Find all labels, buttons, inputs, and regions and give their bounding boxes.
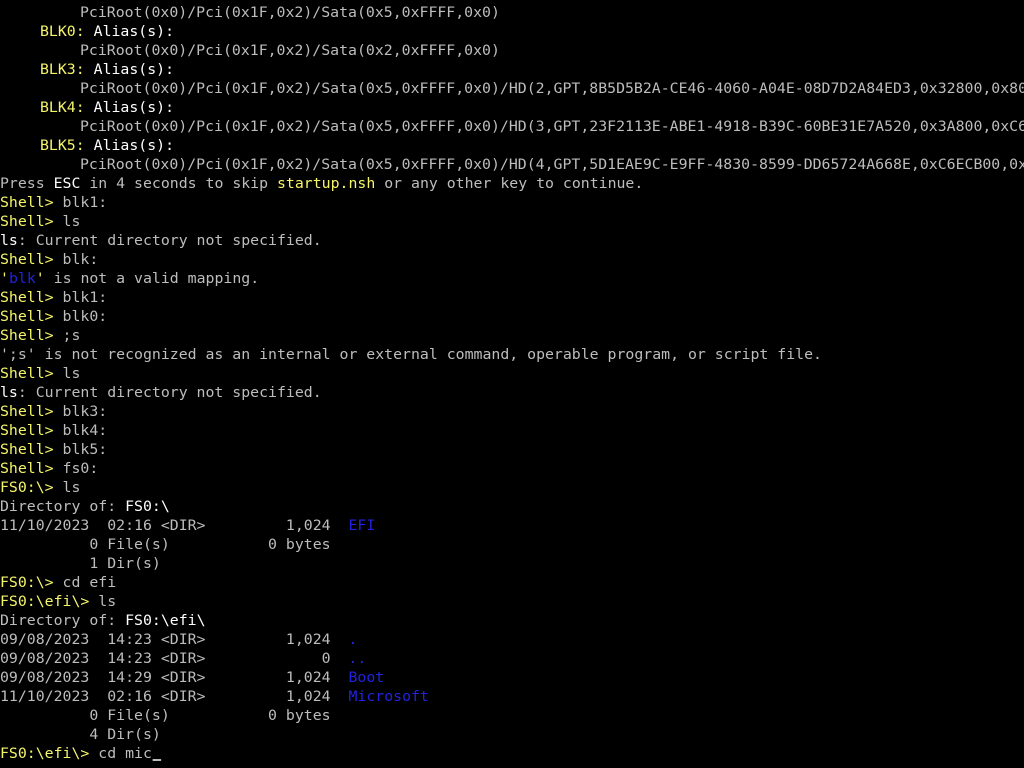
alias-label: Alias(s): bbox=[93, 24, 175, 40]
directory-name: .. bbox=[348, 651, 367, 667]
directory-path: FS0:\ bbox=[125, 499, 170, 515]
command-text: ls bbox=[62, 480, 81, 496]
command-line: Shell> blk4: bbox=[0, 422, 107, 441]
directory-name: Boot bbox=[348, 670, 385, 686]
shell-prompt: Shell> bbox=[0, 309, 54, 325]
command-text: ;s bbox=[62, 328, 81, 344]
shell-prompt: Shell> bbox=[0, 423, 54, 439]
command-text: ls bbox=[62, 214, 81, 230]
shell-prompt: Shell> bbox=[0, 195, 54, 211]
dir-count: 4 Dir(s) bbox=[0, 727, 161, 743]
directory-entry: 11/10/2023 02:16 <DIR> 1,024 Microsoft bbox=[0, 689, 429, 705]
mapping-entry-blk0: BLK0: Alias(s): bbox=[40, 23, 174, 42]
mapping-path: PciRoot(0x0)/Pci(0x1F,0x2)/Sata(0x2,0xFF… bbox=[80, 43, 500, 59]
directory-entry: 09/08/2023 14:23 <DIR> 0 .. bbox=[0, 651, 367, 667]
shell-prompt: Shell> bbox=[0, 442, 54, 458]
mapping-entry-blk4: BLK4: Alias(s): bbox=[40, 99, 174, 118]
alias-label: Alias(s): bbox=[93, 100, 175, 116]
fs0-prompt: FS0:\> bbox=[0, 480, 54, 496]
directory-header: Directory of: FS0:\ bbox=[0, 499, 170, 515]
mapping-label: BLK3: bbox=[40, 62, 85, 78]
mapping-path: PciRoot(0x0)/Pci(0x1F,0x2)/Sata(0x5,0xFF… bbox=[80, 157, 1024, 173]
command-text: blk3: bbox=[62, 404, 108, 420]
command-text: blk: bbox=[62, 252, 99, 268]
command-text: blk0: bbox=[62, 309, 108, 325]
error-message: ';s' is not recognized as an internal or… bbox=[0, 347, 822, 363]
command-line: FS0:\> ls bbox=[0, 479, 80, 498]
error-message: ls: Current directory not specified. bbox=[0, 385, 322, 401]
esc-key-label: ESC bbox=[53, 176, 81, 192]
mapping-entry-blk3: BLK3: Alias(s): bbox=[40, 61, 174, 80]
mapping-path: PciRoot(0x0)/Pci(0x1F,0x2)/Sata(0x5,0xFF… bbox=[80, 81, 1024, 97]
directory-name: EFI bbox=[348, 518, 376, 534]
alias-label: Alias(s): bbox=[93, 62, 175, 78]
command-line: Shell> fs0: bbox=[0, 460, 98, 479]
shell-prompt: Shell> bbox=[0, 214, 54, 230]
command-line: Shell> blk5: bbox=[0, 441, 107, 460]
command-line: Shell> blk1: bbox=[0, 289, 107, 308]
command-line: FS0:\> cd efi bbox=[0, 574, 116, 593]
mapping-label: BLK4: bbox=[40, 100, 85, 116]
file-count: 0 File(s) 0 bytes bbox=[0, 537, 331, 553]
alias-label: Alias(s): bbox=[93, 138, 175, 154]
command-text: ls bbox=[62, 366, 81, 382]
command-text: blk4: bbox=[62, 423, 108, 439]
command-line: Shell> blk1: bbox=[0, 194, 107, 213]
error-message: 'blk' is not a valid mapping. bbox=[0, 271, 260, 287]
command-input-line[interactable]: FS0:\efi\> cd mic bbox=[0, 745, 162, 764]
shell-prompt: Shell> bbox=[0, 461, 54, 477]
dir-count: 1 Dir(s) bbox=[0, 556, 161, 572]
command-text: blk1: bbox=[62, 195, 108, 211]
shell-prompt: Shell> bbox=[0, 404, 54, 420]
command-text: fs0: bbox=[62, 461, 99, 477]
directory-entry: 11/10/2023 02:16 <DIR> 1,024 EFI bbox=[0, 518, 376, 534]
text-cursor bbox=[152, 759, 162, 761]
command-line: Shell> ls bbox=[0, 213, 80, 232]
mapping-path: PciRoot(0x0)/Pci(0x1F,0x2)/Sata(0x5,0xFF… bbox=[80, 119, 1024, 135]
directory-path: FS0:\efi\ bbox=[125, 613, 206, 629]
mapping-path: PciRoot(0x0)/Pci(0x1F,0x2)/Sata(0x5,0xFF… bbox=[80, 5, 500, 21]
directory-name: Microsoft bbox=[348, 689, 429, 705]
startup-script-name: startup.nsh bbox=[276, 176, 376, 192]
efi-prompt: FS0:\efi\> bbox=[0, 746, 90, 762]
command-line: Shell> blk0: bbox=[0, 308, 107, 327]
directory-entry: 09/08/2023 14:23 <DIR> 1,024 . bbox=[0, 632, 358, 648]
efi-prompt: FS0:\efi\> bbox=[0, 594, 90, 610]
fs0-prompt: FS0:\> bbox=[0, 575, 54, 591]
command-line: Shell> ls bbox=[0, 365, 80, 384]
directory-name: . bbox=[348, 632, 358, 648]
mapping-label: BLK0: bbox=[40, 24, 85, 40]
mapping-entry-blk5: BLK5: Alias(s): bbox=[40, 137, 174, 156]
startup-message: Press ESC in 4 seconds to skip startup.n… bbox=[0, 176, 644, 192]
directory-entry: 09/08/2023 14:29 <DIR> 1,024 Boot bbox=[0, 670, 385, 686]
command-input[interactable]: cd mic bbox=[98, 746, 152, 762]
command-line: Shell> blk3: bbox=[0, 403, 107, 422]
error-message: ls: Current directory not specified. bbox=[0, 233, 322, 249]
command-text: ls bbox=[98, 594, 117, 610]
directory-header: Directory of: FS0:\efi\ bbox=[0, 613, 206, 629]
shell-prompt: Shell> bbox=[0, 290, 54, 306]
shell-prompt: Shell> bbox=[0, 366, 54, 382]
file-count: 0 File(s) 0 bytes bbox=[0, 708, 331, 724]
command-line: Shell> ;s bbox=[0, 327, 80, 346]
uefi-shell-terminal[interactable]: PciRoot(0x0)/Pci(0x1F,0x2)/Sata(0x5,0xFF… bbox=[0, 0, 1024, 768]
shell-prompt: Shell> bbox=[0, 328, 54, 344]
mapping-name: blk bbox=[8, 271, 36, 287]
shell-prompt: Shell> bbox=[0, 252, 54, 268]
mapping-label: BLK5: bbox=[40, 138, 85, 154]
command-text: blk1: bbox=[62, 290, 108, 306]
command-text: cd efi bbox=[62, 575, 117, 591]
command-line: FS0:\efi\> ls bbox=[0, 593, 116, 612]
command-text: blk5: bbox=[62, 442, 108, 458]
command-line: Shell> blk: bbox=[0, 251, 98, 270]
